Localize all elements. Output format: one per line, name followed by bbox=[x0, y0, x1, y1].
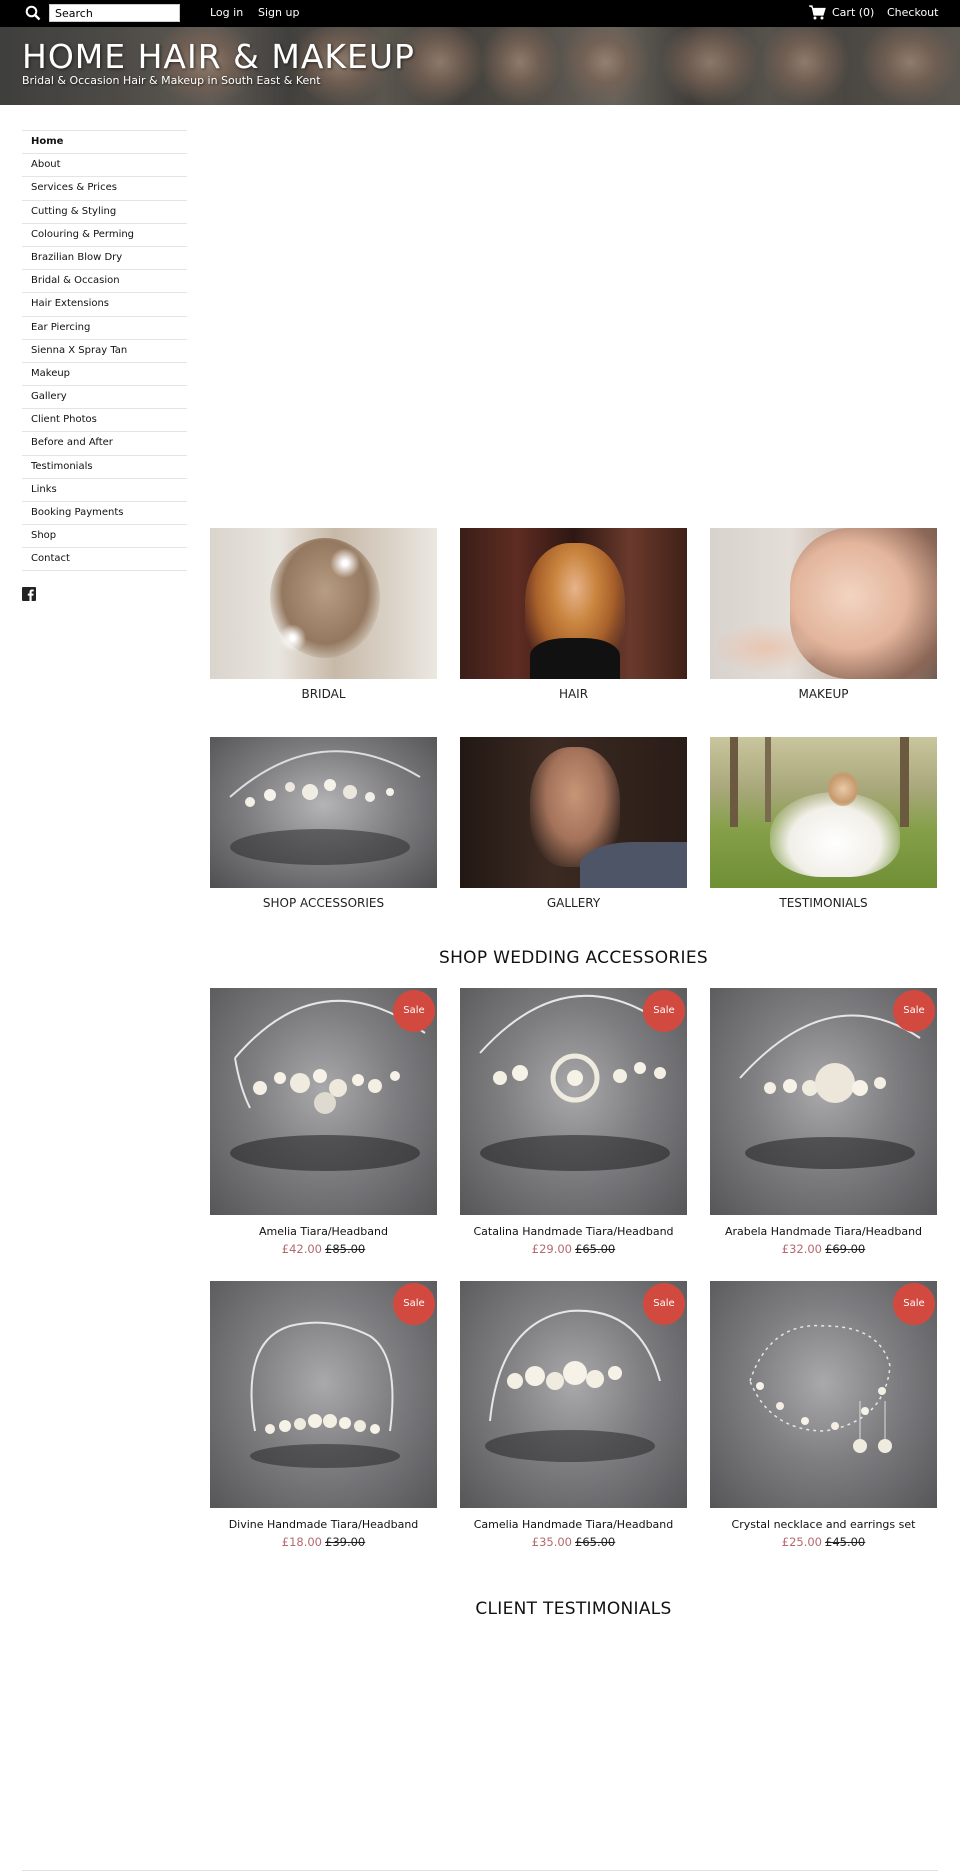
sale-badge: Sale bbox=[893, 990, 935, 1032]
sale-badge: Sale bbox=[893, 1283, 935, 1325]
gallery-image[interactable] bbox=[460, 737, 687, 888]
sidebar-item-bridal-occasion[interactable]: Bridal & Occasion bbox=[22, 269, 187, 292]
product-price: £42.00 £85.00 bbox=[210, 1242, 437, 1256]
compare-price: £39.00 bbox=[325, 1535, 366, 1549]
product-price: £25.00 £45.00 bbox=[710, 1535, 937, 1549]
site-title[interactable]: HOME HAIR & MAKEUP bbox=[22, 40, 415, 73]
cart-icon[interactable] bbox=[809, 5, 826, 20]
sidebar-item-before-after[interactable]: Before and After bbox=[22, 431, 187, 454]
testimonials-section-title: CLIENT TESTIMONIALS bbox=[475, 1599, 672, 1619]
category-tile-gallery[interactable]: GALLERY bbox=[460, 737, 687, 910]
sidebar-item-home[interactable]: Home bbox=[22, 130, 187, 153]
category-tile-shop-accessories[interactable]: SHOP ACCESSORIES bbox=[210, 737, 437, 910]
product-image[interactable]: Sale bbox=[210, 1281, 437, 1508]
category-label[interactable]: GALLERY bbox=[460, 896, 687, 910]
sidebar-item-contact[interactable]: Contact bbox=[22, 547, 187, 571]
category-label[interactable]: SHOP ACCESSORIES bbox=[210, 896, 437, 910]
product-price: £35.00 £65.00 bbox=[460, 1535, 687, 1549]
signup-link[interactable]: Sign up bbox=[258, 6, 299, 19]
sidebar-item-colouring-perming[interactable]: Colouring & Perming bbox=[22, 222, 187, 246]
product-card[interactable]: Sale Camelia Handmade Tiara/Headband £35… bbox=[460, 1281, 687, 1549]
sidebar-item-brazilian-blow-dry[interactable]: Brazilian Blow Dry bbox=[22, 245, 187, 269]
product-image[interactable]: Sale bbox=[210, 988, 437, 1215]
sale-badge: Sale bbox=[393, 990, 435, 1032]
product-price: £29.00 £65.00 bbox=[460, 1242, 687, 1256]
site-tagline: Bridal & Occasion Hair & Makeup in South… bbox=[22, 74, 321, 87]
sale-price: £29.00 bbox=[531, 1242, 572, 1256]
sidebar-nav: Home About Services & Prices Cutting & S… bbox=[22, 130, 187, 571]
category-tile-makeup[interactable]: MAKEUP bbox=[710, 528, 937, 701]
product-image[interactable]: Sale bbox=[460, 988, 687, 1215]
product-image[interactable]: Sale bbox=[460, 1281, 687, 1508]
compare-price: £45.00 bbox=[825, 1535, 866, 1549]
sidebar-item-ear-piercing[interactable]: Ear Piercing bbox=[22, 315, 187, 339]
product-name[interactable]: Camelia Handmade Tiara/Headband bbox=[460, 1518, 687, 1531]
product-name[interactable]: Amelia Tiara/Headband bbox=[210, 1225, 437, 1238]
sidebar-item-shop[interactable]: Shop bbox=[22, 524, 187, 547]
product-name[interactable]: Crystal necklace and earrings set bbox=[710, 1518, 937, 1531]
cart-link[interactable]: Cart (0) bbox=[832, 6, 874, 19]
sidebar-item-links[interactable]: Links bbox=[22, 477, 187, 501]
shop-accessories-image[interactable] bbox=[210, 737, 437, 888]
sale-price: £25.00 bbox=[781, 1535, 822, 1549]
sidebar-item-makeup[interactable]: Makeup bbox=[22, 361, 187, 385]
sale-badge: Sale bbox=[643, 1283, 685, 1325]
sale-price: £32.00 bbox=[781, 1242, 822, 1256]
sale-badge: Sale bbox=[393, 1283, 435, 1325]
product-card[interactable]: Sale Arabela Handmade Tiara/Headband £32… bbox=[710, 988, 937, 1256]
category-tile-testimonials[interactable]: TESTIMONIALS bbox=[710, 737, 937, 910]
sidebar-item-hair-extensions[interactable]: Hair Extensions bbox=[22, 292, 187, 315]
top-bar: Log in Sign up Cart (0) Checkout bbox=[0, 0, 960, 27]
makeup-image[interactable] bbox=[710, 528, 937, 679]
compare-price: £65.00 bbox=[575, 1535, 616, 1549]
sale-price: £42.00 bbox=[281, 1242, 322, 1256]
compare-price: £69.00 bbox=[825, 1242, 866, 1256]
search-icon[interactable] bbox=[25, 5, 41, 21]
category-label[interactable]: BRIDAL bbox=[210, 687, 437, 701]
product-card[interactable]: Sale Divine Handmade Tiara/Headband £18.… bbox=[210, 1281, 437, 1549]
bridal-image[interactable] bbox=[210, 528, 437, 679]
checkout-link[interactable]: Checkout bbox=[887, 6, 938, 19]
product-price: £18.00 £39.00 bbox=[210, 1535, 437, 1549]
category-tile-hair[interactable]: HAIR bbox=[460, 528, 687, 701]
product-image[interactable]: Sale bbox=[710, 988, 937, 1215]
search-input[interactable] bbox=[49, 4, 180, 22]
sidebar-item-about[interactable]: About bbox=[22, 153, 187, 176]
product-price: £32.00 £69.00 bbox=[710, 1242, 937, 1256]
product-card[interactable]: Sale Amelia Tiara/Headband £42.00 £85.00 bbox=[210, 988, 437, 1256]
product-card[interactable]: Sale Crystal necklace and earrings set £… bbox=[710, 1281, 937, 1549]
product-name[interactable]: Divine Handmade Tiara/Headband bbox=[210, 1518, 437, 1531]
hair-image[interactable] bbox=[460, 528, 687, 679]
category-label[interactable]: MAKEUP bbox=[710, 687, 937, 701]
sale-price: £18.00 bbox=[281, 1535, 322, 1549]
sidebar-item-gallery[interactable]: Gallery bbox=[22, 385, 187, 408]
category-label[interactable]: TESTIMONIALS bbox=[710, 896, 937, 910]
product-card[interactable]: Sale Catalina Handmade Tiara/Headband £2… bbox=[460, 988, 687, 1256]
category-label[interactable]: HAIR bbox=[460, 687, 687, 701]
facebook-icon[interactable] bbox=[22, 587, 36, 601]
sale-badge: Sale bbox=[643, 990, 685, 1032]
compare-price: £85.00 bbox=[325, 1242, 366, 1256]
sale-price: £35.00 bbox=[531, 1535, 572, 1549]
sidebar-item-testimonials[interactable]: Testimonials bbox=[22, 454, 187, 478]
compare-price: £65.00 bbox=[575, 1242, 616, 1256]
sidebar-item-booking-payments[interactable]: Booking Payments bbox=[22, 501, 187, 524]
product-image[interactable]: Sale bbox=[710, 1281, 937, 1508]
shop-section-title: SHOP WEDDING ACCESSORIES bbox=[439, 948, 708, 968]
footer-divider bbox=[22, 1870, 938, 1871]
sidebar-item-spray-tan[interactable]: Sienna X Spray Tan bbox=[22, 338, 187, 362]
testimonials-image[interactable] bbox=[710, 737, 937, 888]
product-name[interactable]: Arabela Handmade Tiara/Headband bbox=[710, 1225, 937, 1238]
sidebar-item-client-photos[interactable]: Client Photos bbox=[22, 408, 187, 431]
product-name[interactable]: Catalina Handmade Tiara/Headband bbox=[460, 1225, 687, 1238]
category-tile-bridal[interactable]: BRIDAL bbox=[210, 528, 437, 701]
sidebar-item-services-prices[interactable]: Services & Prices bbox=[22, 176, 187, 199]
sidebar-item-cutting-styling[interactable]: Cutting & Styling bbox=[22, 199, 187, 223]
login-link[interactable]: Log in bbox=[210, 6, 243, 19]
